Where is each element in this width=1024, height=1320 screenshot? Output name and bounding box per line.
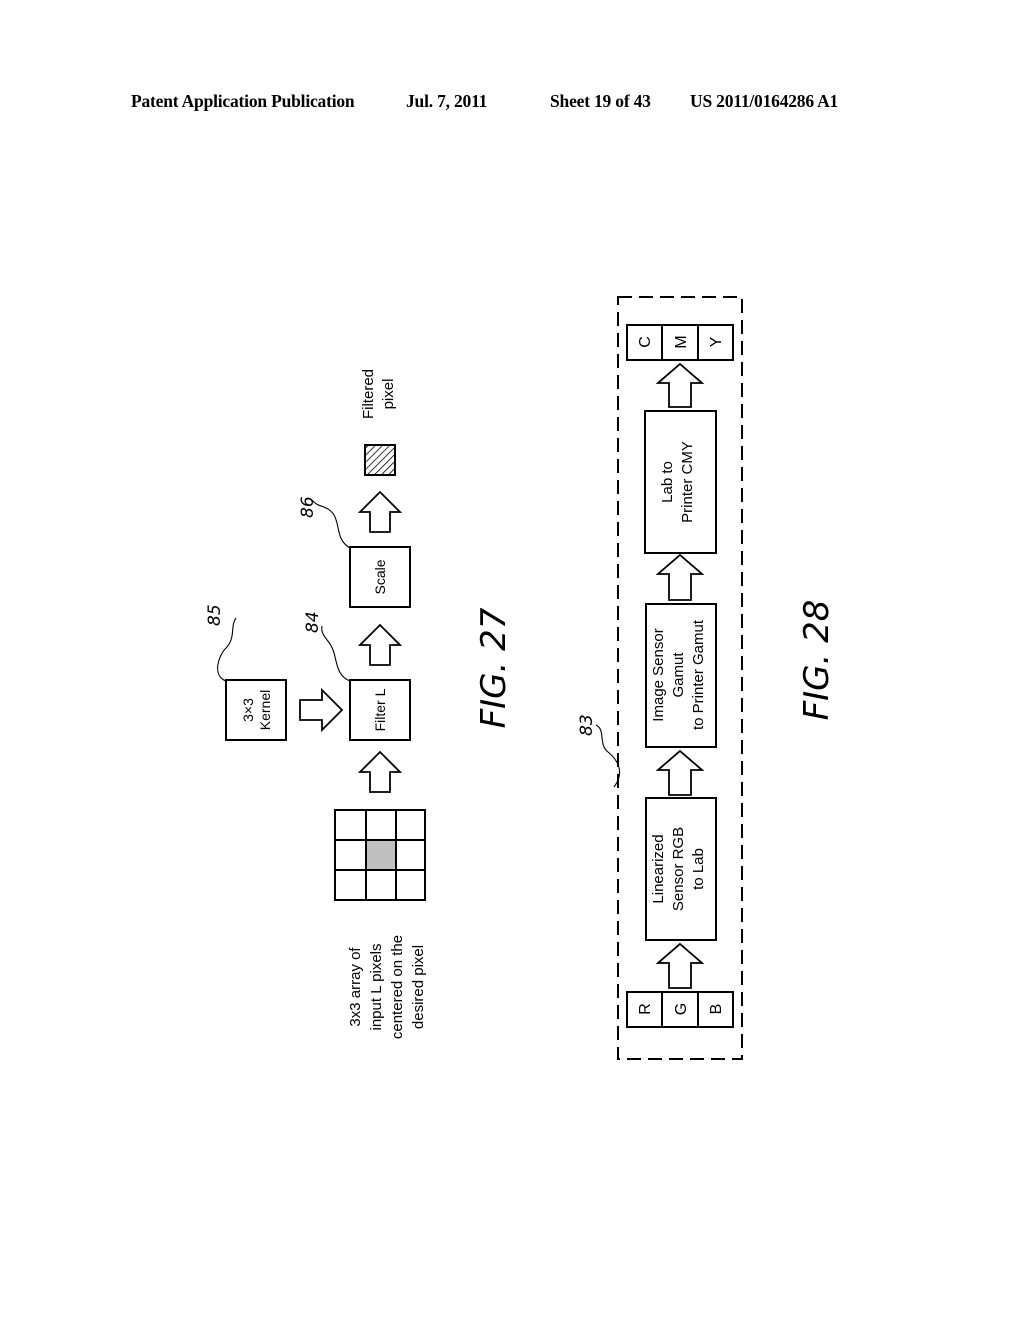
channel-c: C [637,336,654,348]
kernel-ref-leader [217,617,237,682]
gamut-label-line-3: to Printer Gamut [690,619,707,730]
patent-drawing: 3x3 array of input L pixels centered on … [205,296,837,1060]
linearize-label-line-2: Sensor RGB [670,827,687,911]
arrow-up-icon [357,623,403,666]
linearize-label-line-3: to Lab [690,848,707,890]
kernel-label-line-2: Kernel [257,690,273,730]
kernel-block [225,679,287,741]
fig27: 3x3 array of input L pixels centered on … [205,369,514,1039]
kernel-ref-number: 85 [205,604,225,626]
channel-r: R [637,1003,654,1015]
channel-b: B [708,1004,725,1015]
output-label-line-1: Filtered [360,369,377,419]
input-label-line-2: input L pixels [368,944,385,1031]
fig28-caption: FIG. 28 [797,600,837,721]
scale-label: Scale [372,559,388,594]
arrow-up-icon [357,750,403,793]
filter-ref-leader [321,625,351,682]
input-label-line-4: desired pixel [410,945,427,1029]
filter-ref-number: 84 [303,611,323,633]
center-pixel [366,840,396,870]
filtered-pixel-swatch [364,444,396,476]
channel-g: G [673,1003,690,1015]
input-label-line-1: 3x3 array of [347,947,364,1027]
arrow-up-icon [655,553,705,601]
filter-l-label: Filter L [372,688,388,731]
linearize-label-line-1: Linearized [650,834,667,903]
group-ref-leader [595,724,621,788]
output-label-line-2: pixel [380,379,397,410]
arrow-up-icon [357,490,403,533]
channel-m: M [673,335,690,348]
input-pixel-grid [334,809,426,901]
arrow-right-icon [299,687,344,733]
arrow-up-icon [655,942,705,989]
fig27-caption: FIG. 27 [474,607,514,728]
arrow-up-icon [655,362,705,408]
scale-ref-number: 86 [298,496,318,518]
lab-cmy-label-line-1: Lab to [659,461,676,503]
arrow-up-icon [655,749,705,796]
kernel-label-line-1: 3×3 [240,698,256,722]
channel-y: Y [708,336,725,347]
lab-cmy-label-line-2: Printer CMY [679,441,696,523]
input-label-line-3: centered on the [389,935,406,1039]
gamut-label-line-2: Gamut [670,652,687,698]
fig28: 83 R G B Linearized Sensor RGB to Lab Im… [577,296,837,1060]
group-ref-number: 83 [577,714,597,736]
gamut-label-line-1: Image Sensor [650,628,667,721]
